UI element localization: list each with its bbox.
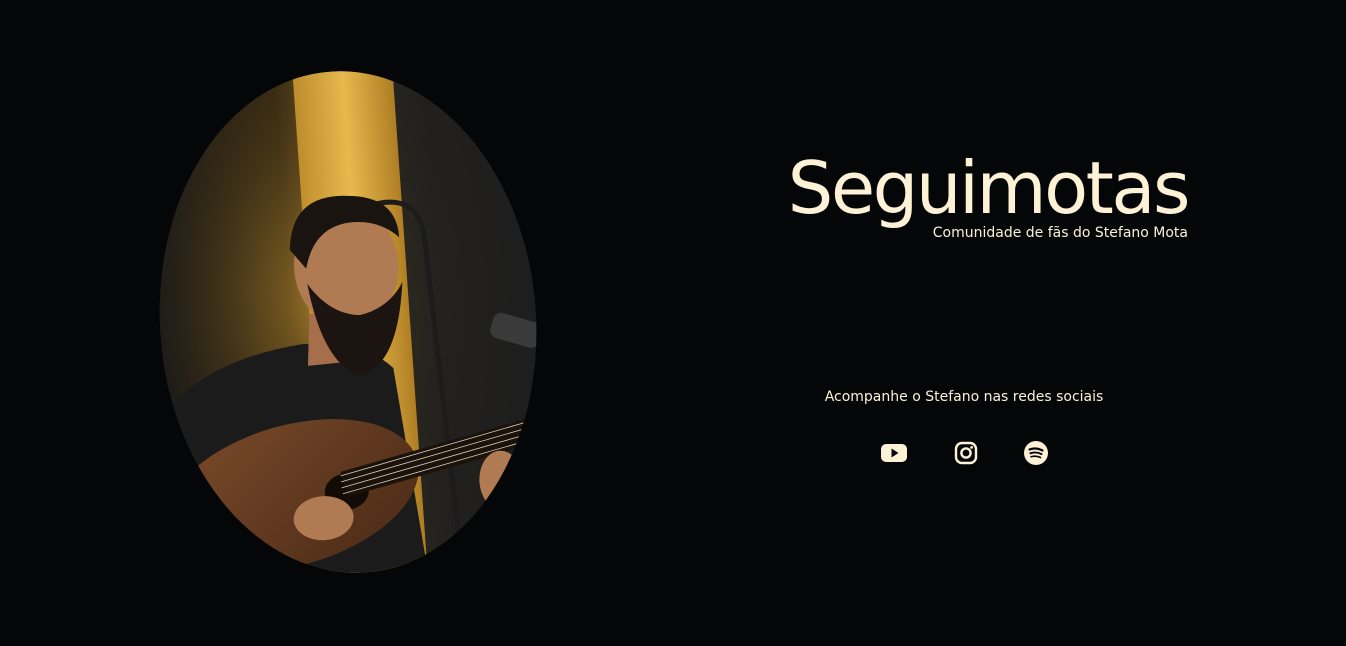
instagram-link[interactable]	[951, 438, 981, 468]
social-section: Acompanhe o Stefano nas redes sociais	[764, 388, 1164, 465]
portrait-illustration	[142, 58, 554, 586]
social-icons	[764, 438, 1164, 468]
youtube-icon	[881, 444, 907, 462]
youtube-link[interactable]	[879, 438, 909, 468]
spotify-icon	[1024, 441, 1048, 465]
site-subtitle: Comunidade de fãs do Stefano Mota	[932, 225, 1188, 241]
landing-page: Seguimotas Comunidade de fãs do Stefano …	[0, 0, 1346, 646]
portrait-image	[142, 58, 554, 586]
site-title: Seguimotas	[787, 146, 1191, 230]
brand-block: Seguimotas Comunidade de fãs do Stefano …	[700, 140, 1191, 250]
spotify-link[interactable]	[1021, 438, 1051, 468]
social-heading: Acompanhe o Stefano nas redes sociais	[824, 389, 1104, 405]
instagram-icon	[954, 441, 978, 465]
